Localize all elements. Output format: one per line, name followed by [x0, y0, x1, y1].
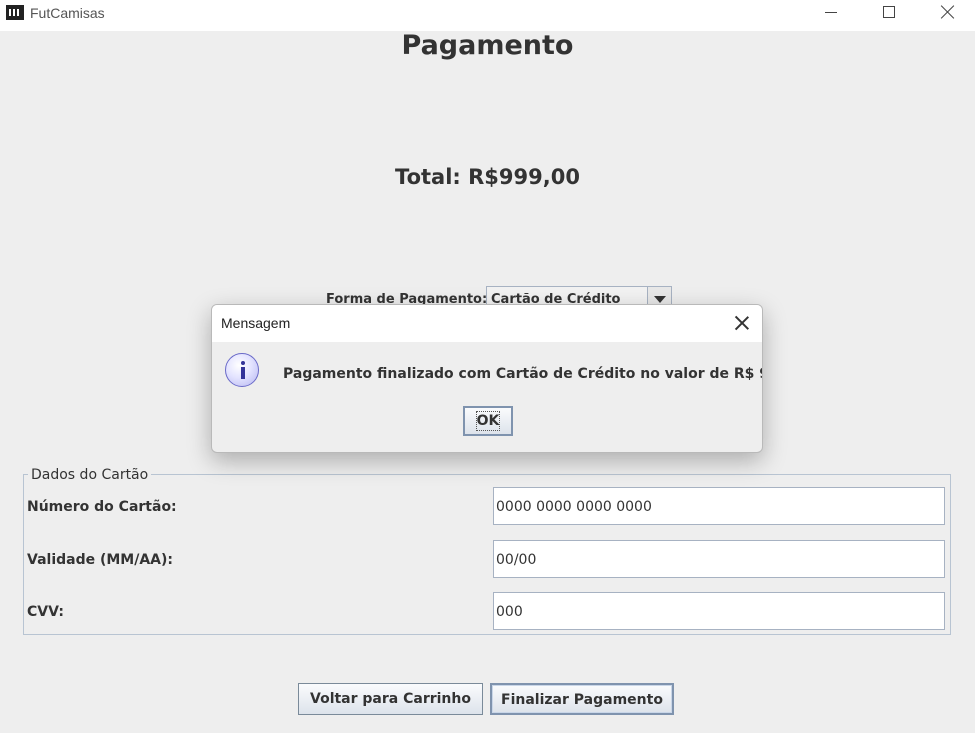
- minimize-icon: [825, 12, 837, 13]
- ok-button[interactable]: OK: [463, 406, 513, 436]
- expiry-input[interactable]: 00/00: [493, 540, 945, 578]
- close-window-button[interactable]: [918, 0, 975, 31]
- finish-payment-button[interactable]: Finalizar Pagamento: [490, 683, 674, 715]
- minimize-button[interactable]: [802, 0, 860, 31]
- cvv-input[interactable]: 000: [493, 592, 945, 630]
- window-titlebar: FutCamisas: [0, 0, 975, 31]
- card-number-input[interactable]: 0000 0000 0000 0000: [493, 487, 945, 525]
- app-icon: [6, 5, 24, 20]
- maximize-button[interactable]: [860, 0, 918, 31]
- back-to-cart-button[interactable]: Voltar para Carrinho: [298, 683, 483, 715]
- card-data-legend: Dados do Cartão: [28, 467, 152, 483]
- page-title: Pagamento: [401, 30, 574, 61]
- info-icon-bar: [241, 367, 245, 379]
- dialog-titlebar: Mensagem: [212, 305, 762, 342]
- card-number-label: Número do Cartão:: [27, 499, 177, 515]
- maximize-icon: [883, 6, 895, 18]
- info-icon: [225, 353, 259, 387]
- info-icon-dot: [241, 361, 245, 365]
- close-icon: [940, 4, 956, 20]
- dialog-title: Mensagem: [221, 315, 291, 331]
- cvv-label: CVV:: [27, 604, 64, 620]
- close-icon[interactable]: [734, 315, 750, 331]
- dialog-message: Pagamento finalizado com Cartão de Crédi…: [283, 366, 763, 382]
- expiry-label: Validade (MM/AA):: [27, 552, 174, 568]
- total-label: Total: R$999,00: [395, 165, 580, 189]
- window-title: FutCamisas: [30, 5, 105, 21]
- focus-ring: [476, 411, 500, 431]
- message-dialog: Mensagem Pagamento finalizado com Cartão…: [211, 304, 763, 453]
